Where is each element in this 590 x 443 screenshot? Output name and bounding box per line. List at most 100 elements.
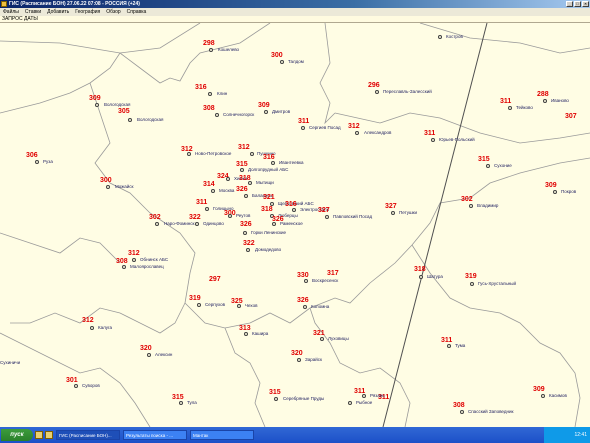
city-dot-icon[interactable] xyxy=(348,401,352,405)
city-dot-icon[interactable] xyxy=(208,92,212,96)
price-number: 317 xyxy=(327,270,339,277)
city-dot-icon[interactable] xyxy=(362,394,366,398)
price-number: 319 xyxy=(465,273,477,280)
city-name: Воскресенск xyxy=(312,278,339,283)
city-dot-icon[interactable] xyxy=(226,177,230,181)
city-dot-icon[interactable] xyxy=(155,222,159,226)
city-dot-icon[interactable] xyxy=(355,131,359,135)
city-dot-icon[interactable] xyxy=(469,204,473,208)
city-name: Переславль-Залесский xyxy=(383,89,432,94)
task-button-mantak[interactable]: Мантак xyxy=(190,430,254,440)
city-dot-icon[interactable] xyxy=(553,190,557,194)
city-dot-icon[interactable] xyxy=(243,231,247,235)
city-dot-icon[interactable] xyxy=(215,113,219,117)
price-number: 321 xyxy=(313,330,325,337)
city-dot-icon[interactable] xyxy=(375,90,379,94)
city-dot-icon[interactable] xyxy=(297,358,301,362)
city-name: Долгопрудный АБС xyxy=(248,167,289,172)
city-dot-icon[interactable] xyxy=(320,337,324,341)
maximize-button[interactable]: □ xyxy=(574,1,581,7)
city-name: Сухоние xyxy=(494,163,512,168)
price-number: 297 xyxy=(209,276,221,283)
city-dot-icon[interactable] xyxy=(304,279,308,283)
price-number: 316 xyxy=(263,154,275,161)
city-dot-icon[interactable] xyxy=(460,410,464,414)
city-dot-icon[interactable] xyxy=(90,326,94,330)
menu-stakes[interactable]: Ставки xyxy=(25,8,41,16)
city-dot-icon[interactable] xyxy=(303,305,307,309)
city-name: Раменское xyxy=(280,221,303,226)
city-dot-icon[interactable] xyxy=(228,214,232,218)
city-dot-icon[interactable] xyxy=(197,303,201,307)
city-dot-icon[interactable] xyxy=(195,222,199,226)
city-dot-icon[interactable] xyxy=(264,110,268,114)
city-dot-icon[interactable] xyxy=(508,106,512,110)
map-canvas[interactable]: 298 Кошелево 300 Талдом 309 Вологодская 305 Вол… xyxy=(0,23,590,427)
quicklaunch-icon[interactable] xyxy=(45,431,53,439)
city-dot-icon[interactable] xyxy=(209,48,213,52)
quicklaunch-icon[interactable] xyxy=(35,431,43,439)
city-dot-icon[interactable] xyxy=(187,152,191,156)
start-button[interactable]: пуск xyxy=(1,429,33,441)
city-dot-icon[interactable] xyxy=(543,99,547,103)
city-dot-icon[interactable] xyxy=(240,168,244,172)
city-dot-icon[interactable] xyxy=(280,60,284,64)
city-dot-icon[interactable] xyxy=(292,208,296,212)
city-name: Кошелево xyxy=(218,47,240,52)
city-dot-icon[interactable] xyxy=(541,394,545,398)
city-dot-icon[interactable] xyxy=(179,401,183,405)
city-dot-icon[interactable] xyxy=(35,160,39,164)
city-dot-icon[interactable] xyxy=(419,275,423,279)
menu-geography[interactable]: География xyxy=(75,8,100,16)
menu-help[interactable]: Справка xyxy=(127,8,147,16)
close-button[interactable]: × xyxy=(582,1,589,7)
city-dot-icon[interactable] xyxy=(301,126,305,130)
city-dot-icon[interactable] xyxy=(431,138,435,142)
city-name: Юрьев-Польский xyxy=(439,137,475,142)
task-button-gis[interactable]: ГИС (Расписание БОН)... xyxy=(56,430,120,440)
city-dot-icon[interactable] xyxy=(132,258,136,262)
city-dot-icon[interactable] xyxy=(237,304,241,308)
city-dot-icon[interactable] xyxy=(147,353,151,357)
city-dot-icon[interactable] xyxy=(391,211,395,215)
price-number: 302 xyxy=(461,196,473,203)
minimize-button[interactable]: _ xyxy=(566,1,573,7)
city-dot-icon[interactable] xyxy=(244,194,248,198)
price-number: 318 xyxy=(414,266,426,273)
city-dot-icon[interactable] xyxy=(447,344,451,348)
city-dot-icon[interactable] xyxy=(272,222,276,226)
price-number: 315 xyxy=(172,394,184,401)
city-dot-icon[interactable] xyxy=(486,164,490,168)
price-number: 316 xyxy=(195,84,207,91)
menu-overview[interactable]: Обзор xyxy=(106,8,120,16)
city-dot-icon[interactable] xyxy=(106,185,110,189)
price-number: 288 xyxy=(537,91,549,98)
city-dot-icon[interactable] xyxy=(438,35,442,39)
city-name: Тула xyxy=(187,400,197,405)
city-dot-icon[interactable] xyxy=(211,189,215,193)
menu-add[interactable]: Добавить xyxy=(47,8,69,16)
city-dot-icon[interactable] xyxy=(246,248,250,252)
city-dot-icon[interactable] xyxy=(205,207,209,211)
city-dot-icon[interactable] xyxy=(248,181,252,185)
menu-files[interactable]: Файлы xyxy=(3,8,19,16)
city-dot-icon[interactable] xyxy=(250,152,254,156)
city-dot-icon[interactable] xyxy=(244,332,248,336)
city-dot-icon[interactable] xyxy=(271,161,275,165)
city-dot-icon[interactable] xyxy=(95,103,99,107)
city-name: Павловский Посад xyxy=(333,214,373,219)
city-dot-icon[interactable] xyxy=(74,384,78,388)
city-name: Рыбное xyxy=(356,400,373,405)
city-dot-icon[interactable] xyxy=(274,397,278,401)
city-name: Шатура xyxy=(427,274,443,279)
city-dot-icon[interactable] xyxy=(470,282,474,286)
city-dot-icon[interactable] xyxy=(325,215,329,219)
city-name: Ново-Петровское xyxy=(195,151,232,156)
city-dot-icon[interactable] xyxy=(122,265,126,269)
city-dot-icon[interactable] xyxy=(128,118,132,122)
price-number: 315 xyxy=(236,161,248,168)
task-button-search[interactable]: Результаты поиска - ... xyxy=(123,430,187,440)
price-number: 301 xyxy=(66,377,78,384)
price-number: 315 xyxy=(478,156,490,163)
city-name: Талдом xyxy=(288,59,304,64)
